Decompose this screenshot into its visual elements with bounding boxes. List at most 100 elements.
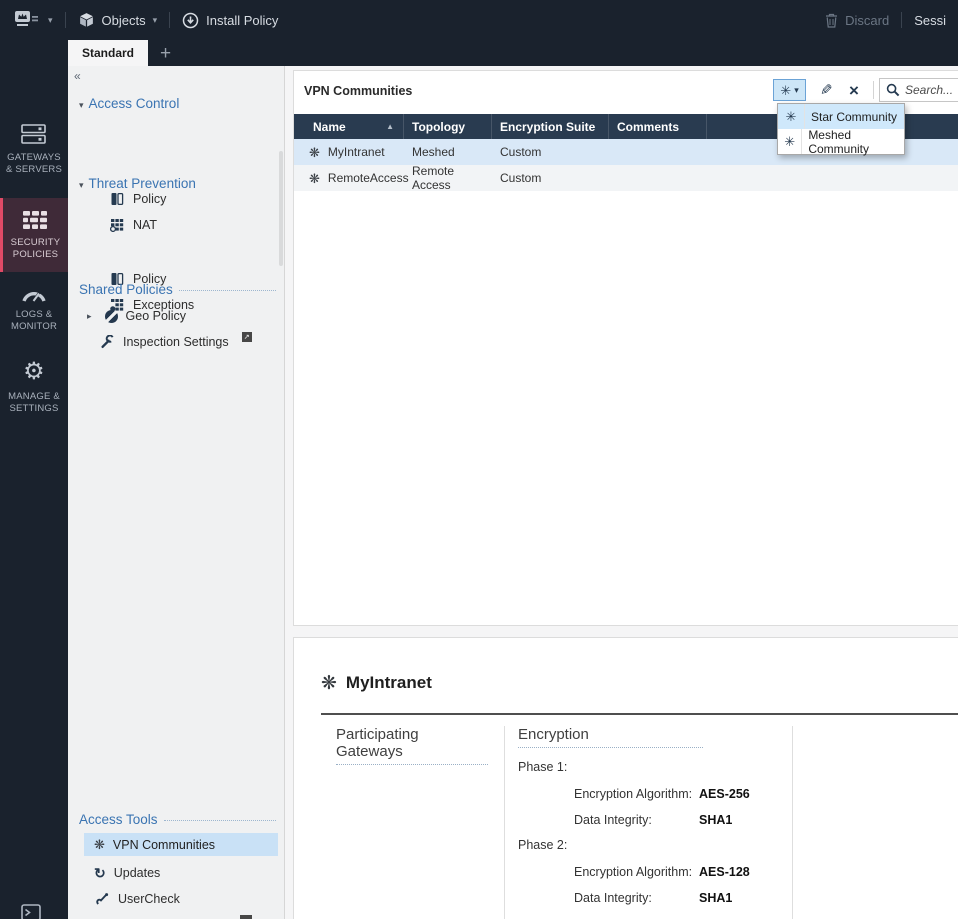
rail-item-command-line[interactable]: COMMAND LINE <box>0 904 68 919</box>
menu-item-meshed-community[interactable]: ✳ Meshed Community <box>778 128 904 156</box>
column-header-comments[interactable]: Comments <box>609 114 707 139</box>
tree-scrollbar[interactable] <box>279 151 283 266</box>
pencil-edit-icon: ✎ <box>819 81 833 99</box>
section-dotted-rule <box>178 290 276 291</box>
objects-cube-icon <box>79 12 93 27</box>
policy-tree-panel: « ▾ Access Control Policy NAT ▾ Threat P… <box>68 66 285 919</box>
cell-topology: Remote Access <box>412 164 455 192</box>
install-policy-icon <box>182 12 199 28</box>
rail-label: SETTINGS <box>9 403 59 414</box>
tree-item-updates[interactable]: ↻ Updates <box>94 863 160 883</box>
table-row-remoteaccess[interactable]: ❋ RemoteAccess Remote Access Custom <box>294 164 958 192</box>
new-community-button[interactable]: ✳ ▾ <box>773 79 806 101</box>
session-button[interactable]: Sessi <box>902 0 958 40</box>
smartconsole-window: ▾ Objects ▾ Install Policy Discard Sessi… <box>0 0 958 919</box>
external-link-icon: ↗ <box>241 332 252 342</box>
tab-standard-label: Standard <box>82 46 135 60</box>
kv-key: Encryption Algorithm: <box>574 865 693 879</box>
tree-item-vpn-communities[interactable]: ❋ VPN Communities <box>84 833 278 856</box>
kv-key: Data Integrity: <box>574 813 652 827</box>
community-details-panel: ❋ MyIntranet Participating Gateways Encr… <box>293 637 958 919</box>
details-title: MyIntranet <box>345 673 432 692</box>
tree-item-access-policy[interactable]: Policy <box>109 189 166 209</box>
section-participating-gateways: Participating Gateways <box>336 726 488 765</box>
new-tab-button[interactable]: + <box>160 44 171 63</box>
nav-rail: GATEWAYS & SERVERS SECURITY POLICIES LOG… <box>0 40 68 919</box>
tree-item-label: UserCheck <box>118 892 180 906</box>
discard-button[interactable]: Discard <box>813 0 901 40</box>
command-line-icon <box>21 904 41 919</box>
tree-section-threat-prevention[interactable]: ▾ Threat Prevention <box>79 176 276 191</box>
discard-label: Discard <box>845 12 890 28</box>
phase2-encryption-algorithm: Encryption Algorithm: AES-128 <box>574 865 750 879</box>
star-new-icon: ✳ <box>780 82 792 98</box>
objects-label: Objects <box>101 12 146 28</box>
collapse-panel-button[interactable]: « <box>74 70 81 82</box>
rail-item-gateways-servers[interactable]: GATEWAYS & SERVERS <box>0 124 68 176</box>
section-label: Access Control <box>88 96 180 111</box>
chevron-down-icon: ▾ <box>794 84 799 95</box>
edit-community-button[interactable]: ✎ <box>813 79 839 101</box>
column-header-encryption-suite[interactable]: Encryption Suite <box>492 114 609 139</box>
policy-book-icon <box>109 192 125 206</box>
phase2-label: Phase 2: <box>518 838 568 852</box>
objects-menu-button[interactable]: Objects ▾ <box>66 0 170 40</box>
rail-label: LOGS & <box>15 309 53 320</box>
star-community-icon: ✳ <box>778 104 805 129</box>
rail-item-security-policies[interactable]: SECURITY POLICIES <box>0 198 68 272</box>
vpn-community-icon: ❋ <box>309 144 320 160</box>
install-policy-button[interactable]: Install Policy <box>170 0 290 40</box>
menu-item-star-community[interactable]: ✳ Star Community <box>778 104 904 129</box>
tree-section-access-control[interactable]: ▾ Access Control <box>79 96 276 111</box>
new-community-menu: ✳ Star Community ✳ Meshed Community <box>777 103 905 156</box>
rail-item-manage-settings[interactable]: ⚙ MANAGE & SETTINGS <box>0 360 68 415</box>
tree-item-inspection-settings[interactable]: Inspection Settings ↗ <box>99 332 252 352</box>
column-label: Encryption Suite <box>500 119 596 134</box>
column-label: Name <box>313 119 346 134</box>
menu-caret-icon: ▾ <box>48 14 53 25</box>
rail-label: GATEWAYS <box>7 152 61 163</box>
logs-monitor-icon <box>22 291 46 302</box>
rail-label: POLICIES <box>12 248 59 260</box>
column-header-name[interactable]: Name ▲ <box>294 114 404 139</box>
tab-standard[interactable]: Standard <box>68 40 148 66</box>
column-divider <box>504 726 505 919</box>
tree-item-label: Geo Policy <box>125 309 186 323</box>
tree-item-label: VPN Communities <box>112 837 216 852</box>
tree-section-access-tools[interactable]: Access Tools <box>79 812 276 827</box>
phase2-data-integrity: Data Integrity: SHA1 <box>574 891 732 905</box>
kv-value: SHA1 <box>699 813 733 827</box>
updates-refresh-icon: ↻ <box>94 865 106 881</box>
chevron-down-icon: ▾ <box>79 180 84 190</box>
search-input[interactable] <box>905 83 958 97</box>
rail-item-logs-monitor[interactable]: LOGS & MONITOR <box>0 286 68 333</box>
tree-item-nat[interactable]: NAT <box>109 215 157 235</box>
cell-encryption-suite: Custom <box>500 171 542 185</box>
main-menu-button[interactable]: ▾ <box>0 0 65 40</box>
rail-label: SECURITY <box>10 236 61 248</box>
delete-community-button[interactable]: × <box>841 79 867 101</box>
partially-visible-tree-item <box>240 915 252 919</box>
phase1-data-integrity: Data Integrity: SHA1 <box>574 813 732 827</box>
gear-icon: ⚙ <box>23 358 45 385</box>
discard-trash-icon <box>826 13 838 28</box>
column-label: Topology <box>412 119 466 134</box>
tree-item-geo-policy[interactable]: ▸ Geo Policy <box>87 306 186 326</box>
objects-caret-icon: ▾ <box>152 14 158 25</box>
tree-section-shared-policies[interactable]: Shared Policies <box>79 282 276 297</box>
chevron-right-icon: ▸ <box>87 310 92 321</box>
page-title: VPN Communities <box>304 84 413 98</box>
kv-key: Encryption Algorithm: <box>574 787 693 801</box>
search-box <box>879 78 958 102</box>
tree-item-usercheck[interactable]: UserCheck <box>94 889 180 909</box>
cell-topology: Meshed <box>412 145 455 159</box>
tree-item-label: Policy <box>133 192 167 206</box>
column-label: Comments <box>617 119 680 134</box>
section-encryption: Encryption <box>518 726 703 748</box>
toolbar-divider <box>873 81 874 99</box>
section-label: Access Tools <box>79 812 158 827</box>
column-header-topology[interactable]: Topology <box>404 114 492 139</box>
usercheck-icon <box>94 892 110 906</box>
chevron-down-icon: ▾ <box>79 100 84 110</box>
policy-tab-strip: Standard + <box>68 40 958 66</box>
